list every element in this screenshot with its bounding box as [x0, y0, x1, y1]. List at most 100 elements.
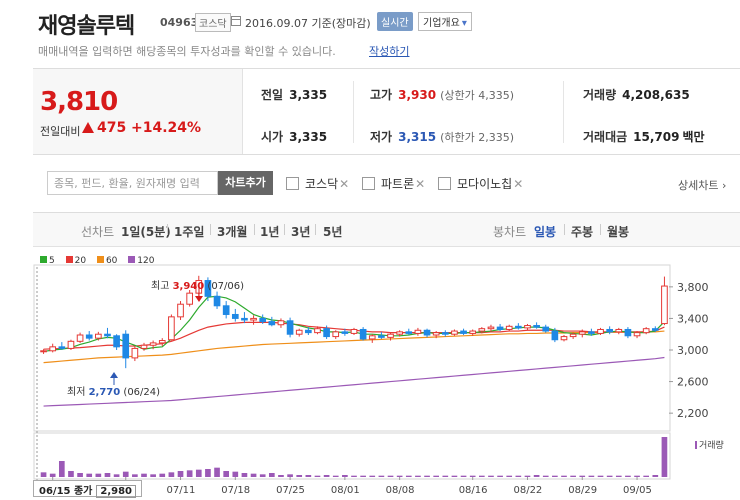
x-tick-label: 07/11 [167, 485, 196, 496]
y-tick-label: 2,600 [677, 376, 709, 389]
candle-body [496, 326, 504, 330]
search-input[interactable] [47, 171, 218, 195]
volume-bar [597, 475, 604, 477]
period-monthly[interactable]: 월봉 [607, 223, 629, 240]
period-1day[interactable]: 1일(5분) [121, 223, 171, 240]
volume-bar [58, 461, 65, 477]
x-tick-label: 08/01 [331, 485, 360, 496]
checkbox[interactable] [362, 177, 375, 190]
realtime-button[interactable]: 실시간 [377, 12, 413, 31]
candle-body [359, 328, 367, 340]
volume-bar [606, 475, 613, 477]
legend-swatch [40, 256, 47, 263]
candle-body [606, 328, 613, 333]
candle-body [241, 317, 248, 321]
compare-partron[interactable]: 파트론✕ [362, 175, 425, 192]
remove-icon[interactable]: ✕ [415, 177, 425, 191]
price-plot-frame [33, 264, 671, 432]
volume-bar [442, 475, 449, 477]
legend-ma5: 5 [40, 256, 55, 266]
volume-bar [141, 473, 147, 477]
volume-bar [488, 475, 494, 477]
volume-bar [451, 475, 458, 477]
remove-icon[interactable]: ✕ [513, 177, 523, 191]
candle-body [560, 336, 568, 341]
volume-bar [515, 475, 522, 477]
prev-close: 전일 3,335 [261, 86, 327, 103]
candle-body [104, 333, 111, 337]
candle-body [314, 328, 321, 334]
volume: 거래량 4,208,635 [583, 86, 690, 103]
checkbox[interactable] [438, 177, 451, 190]
period-weekly[interactable]: 주봉 [571, 223, 593, 240]
low-annotation-value: 2,770 [88, 387, 121, 398]
line-chart-label: 선차트 [81, 225, 115, 239]
volume-bar [195, 469, 202, 477]
volume-bar [314, 475, 321, 477]
volume-legend: 거래량 [695, 438, 724, 451]
candle-body [177, 303, 184, 318]
candle-body [569, 333, 577, 338]
detail-chart-link[interactable]: 상세차트 › [678, 177, 726, 193]
volume-plot-frame [33, 432, 671, 480]
volume-bar [369, 475, 376, 477]
y-tick-label: 3,000 [677, 344, 709, 357]
x-tick-label: 08/22 [513, 485, 542, 496]
company-overview-button[interactable]: 기업개요 ▾ [418, 12, 472, 31]
quote-date: 2016.09.07 기준(장마감) [245, 17, 371, 30]
legend-ma60-label: 60 [105, 256, 118, 266]
high-label: 고가 [370, 88, 393, 102]
low-annotation: 최저 2,770 (06/24) [67, 383, 160, 398]
company-overview-label: 기업개요 [423, 18, 460, 29]
volume-bar [360, 475, 366, 477]
candle-body [332, 331, 340, 338]
candle-body [49, 346, 57, 352]
volume-bar [113, 474, 120, 477]
candle-body [341, 331, 349, 334]
period-1year[interactable]: 1년 [260, 223, 279, 240]
volume-bar [415, 475, 421, 477]
hover-label: 종가 [73, 486, 93, 497]
high-price: 고가 3,930 (상한가 4,335) [370, 86, 514, 103]
candle-body [378, 335, 385, 338]
volume-bar [168, 472, 175, 477]
volume-bar [506, 475, 513, 477]
candle-body [95, 333, 102, 339]
candle-chart-label: 봉차트 [493, 225, 527, 239]
candle-body [168, 316, 175, 341]
candle-body [259, 317, 267, 323]
compare-modainochip[interactable]: 모다이노칩✕ [438, 175, 523, 192]
volume-bar [232, 471, 239, 477]
candle-body [661, 285, 668, 325]
candle-body [578, 331, 586, 335]
compare-kosdaq[interactable]: 코스닥✕ [286, 175, 349, 192]
period-1week[interactable]: 1주일 [174, 223, 204, 240]
volume-bar [643, 475, 650, 477]
volume-bar [332, 475, 339, 477]
checkbox[interactable] [286, 177, 299, 190]
legend-swatch [128, 256, 136, 263]
candle-body [414, 329, 422, 334]
volume-bar [86, 473, 93, 477]
write-link[interactable]: 작성하기 [369, 43, 409, 59]
period-5year[interactable]: 5년 [323, 223, 342, 240]
add-chart-button[interactable]: 차트추가 [218, 171, 273, 195]
low-label: 저가 [370, 130, 393, 144]
volume-bar [424, 475, 430, 477]
price-box: 3,810 전일대비 475 +14.24% [33, 69, 243, 154]
price-chart[interactable]: 3,8003,4003,0002,6002,2002707/0407/1107/… [33, 247, 740, 500]
compare-label: 모다이노칩 [457, 177, 513, 191]
period-3year[interactable]: 3년 [291, 223, 310, 240]
remove-icon[interactable]: ✕ [339, 177, 349, 191]
high-value: 3,930 [398, 88, 437, 102]
high-annotation-date: (07/06) [207, 281, 245, 292]
open-value: 3,335 [289, 130, 328, 144]
y-tick-label: 2,200 [677, 407, 709, 420]
volume-bar [433, 475, 440, 477]
chart-canvas[interactable]: 3,8003,4003,0002,6002,2002707/0407/1107/… [33, 247, 740, 500]
volume-bar [378, 475, 385, 477]
period-daily[interactable]: 일봉 [534, 223, 556, 240]
dropdown-arrow-icon: ▾ [461, 18, 467, 29]
market-badge: 코스닥 [195, 13, 231, 32]
period-3month[interactable]: 3개월 [217, 223, 247, 240]
